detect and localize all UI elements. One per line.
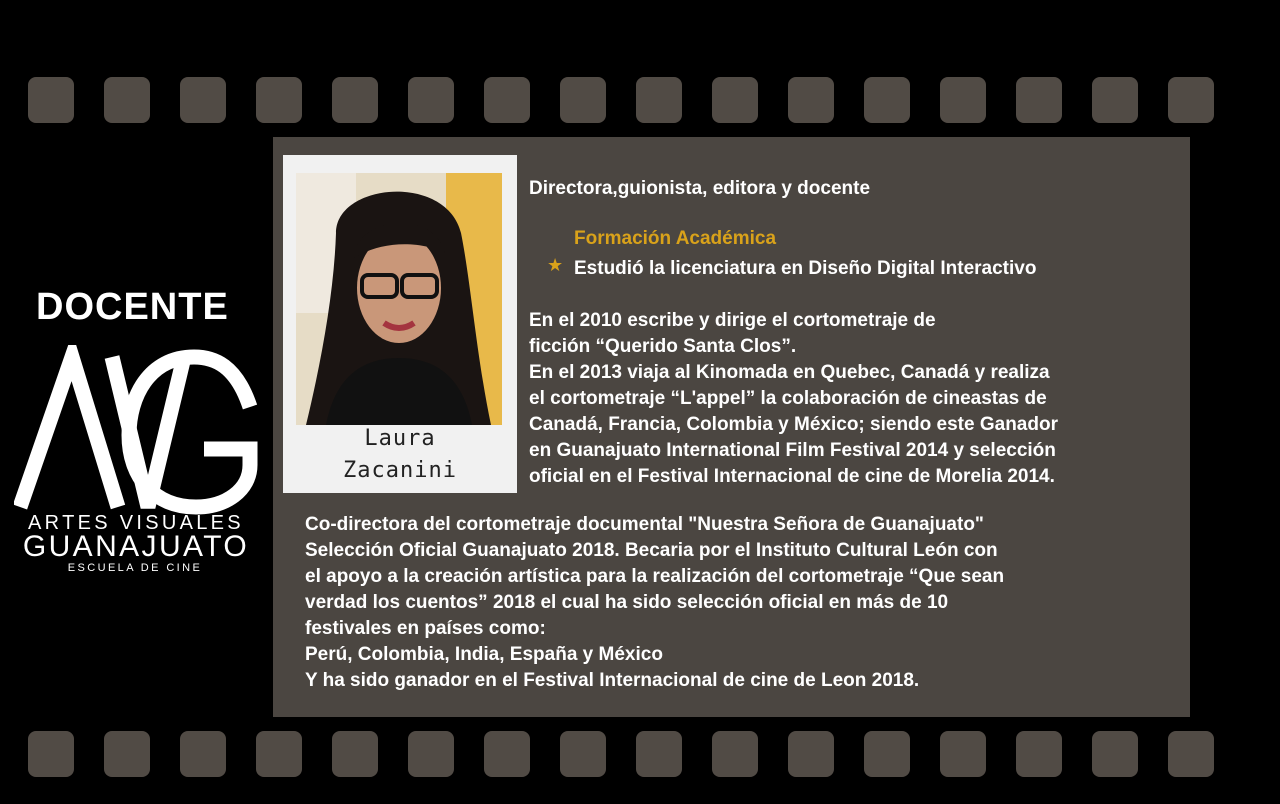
logo-text-escuela-de-cine: ESCUELA DE CINE [67, 562, 203, 574]
sprocket-hole [180, 731, 226, 777]
photo-caption: Laura Zacanini [283, 423, 517, 487]
sprocket-hole [864, 731, 910, 777]
sprocket-hole [408, 731, 454, 777]
sprocket-hole [1092, 77, 1138, 123]
sprocket-hole [712, 731, 758, 777]
portrait-photo [296, 173, 502, 425]
profile-title: Directora,guionista, editora y docente [529, 178, 871, 199]
bio-line: En el 2013 viaja al Kinomada en Quebec, … [529, 362, 1050, 383]
sprocket-hole [940, 77, 986, 123]
bio-line: verdad los cuentos” 2018 el cual ha sido… [305, 592, 949, 613]
sprocket-hole [180, 77, 226, 123]
sprocket-hole [408, 77, 454, 123]
sprocket-hole [104, 731, 150, 777]
bio-line: En el 2010 escribe y dirige el cortometr… [529, 310, 936, 331]
bio-line: Y ha sido ganador en el Festival Interna… [305, 670, 920, 691]
sprocket-hole [28, 77, 74, 123]
sprocket-hole [332, 77, 378, 123]
polaroid-photo-card: Laura Zacanini [283, 155, 517, 493]
education-bullet-item: Estudió la licenciatura en Diseño Digita… [574, 258, 1037, 279]
sprocket-hole [104, 77, 150, 123]
bio-line: el apoyo a la creación artística para la… [305, 566, 1005, 587]
film-sprockets-bottom [0, 731, 1280, 777]
sprocket-hole [484, 77, 530, 123]
sprocket-hole [636, 731, 682, 777]
sprocket-hole [560, 731, 606, 777]
bio-paragraph-1: En el 2010 escribe y dirige el cortometr… [529, 308, 1058, 490]
sprocket-hole [1168, 77, 1214, 123]
bio-line: en Guanajuato International Film Festiva… [529, 440, 1056, 461]
sprocket-hole [256, 77, 302, 123]
sprocket-hole [1168, 731, 1214, 777]
docente-heading: DOCENTE [36, 286, 229, 328]
caption-last-name: Zacanini [343, 458, 457, 483]
sprocket-hole [788, 77, 834, 123]
caption-first-name: Laura [364, 426, 436, 451]
sprocket-hole [28, 731, 74, 777]
sprocket-hole [256, 731, 302, 777]
bio-line: Canadá, Francia, Colombia y México; sien… [529, 414, 1058, 435]
sprocket-hole [712, 77, 758, 123]
bio-line: oficial en el Festival Internacional de … [529, 466, 1055, 487]
star-bullet-icon: ★ [547, 255, 564, 275]
bio-line: festivales en países como: [305, 618, 546, 639]
section-heading-formacion: Formación Académica [574, 228, 777, 249]
sprocket-hole [1016, 731, 1062, 777]
sprocket-hole [636, 77, 682, 123]
logo-text-guanajuato: GUANAJUATO [22, 530, 250, 563]
sprocket-hole [940, 731, 986, 777]
sprocket-hole [864, 77, 910, 123]
bio-line: Selección Oficial Guanajuato 2018. Becar… [305, 540, 998, 561]
bio-line: el cortometraje “L'appel” la colaboració… [529, 388, 1047, 409]
bio-paragraph-2: Co-directora del cortometraje documental… [305, 512, 1004, 694]
sprocket-hole [484, 731, 530, 777]
film-sprockets-top [0, 77, 1280, 123]
sprocket-hole [332, 731, 378, 777]
sprocket-hole [788, 731, 834, 777]
bio-line: ficción “Querido Santa Clos”. [529, 336, 797, 357]
sprocket-hole [560, 77, 606, 123]
bio-line: Perú, Colombia, India, España y México [305, 644, 663, 665]
sprocket-hole [1092, 731, 1138, 777]
sprocket-hole [1016, 77, 1062, 123]
bio-line: Co-directora del cortometraje documental… [305, 514, 984, 535]
